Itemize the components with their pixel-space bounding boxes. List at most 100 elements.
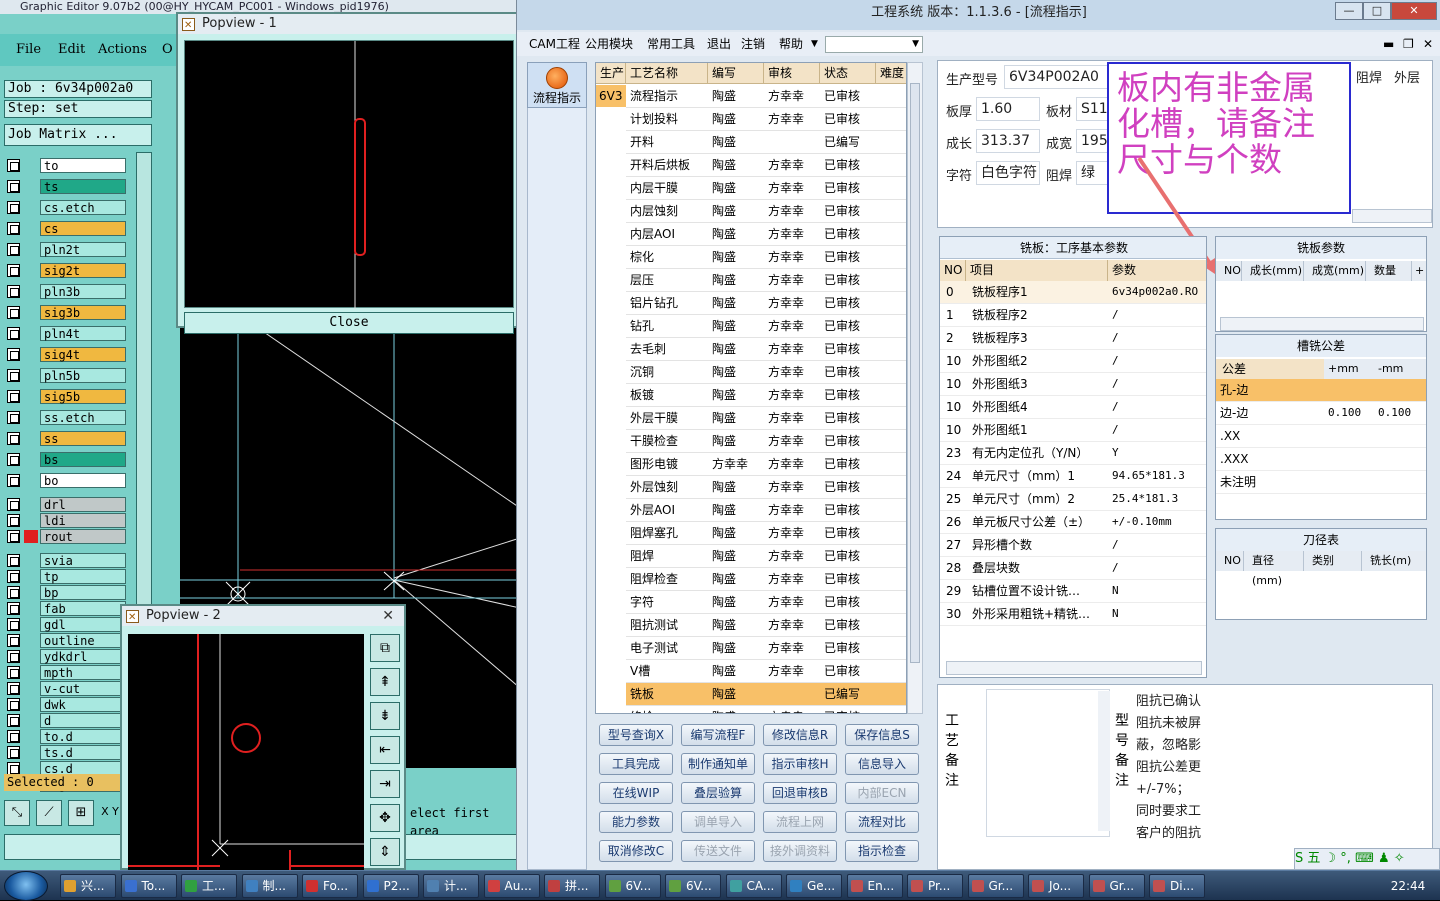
action-button[interactable]: 在线WIP — [599, 782, 673, 804]
col-param[interactable]: 参数 — [1108, 260, 1206, 281]
flow-row[interactable]: 图形电镀 方幸幸 方幸幸 已审核 — [626, 453, 906, 476]
flow-row[interactable]: 外层干膜 陶盛 方幸幸 已审核 — [626, 407, 906, 430]
mill-col-more[interactable]: + — [1412, 261, 1426, 281]
maximize-icon[interactable]: □ — [1363, 2, 1391, 20]
params-scrollbar[interactable] — [946, 661, 1202, 675]
layer-row[interactable]: bo — [4, 473, 126, 488]
popview-1-close-button[interactable]: Close — [184, 312, 514, 334]
zoom-window-icon[interactable]: ⤡ — [4, 800, 30, 826]
mill-col-length[interactable]: 成长(mm) — [1242, 261, 1304, 281]
menu-cam-project[interactable]: CAM工程 — [529, 32, 580, 56]
params-row[interactable]: 26 单元板尺寸公差（±） +/-0.10mm — [940, 511, 1206, 534]
action-button[interactable]: 修改信息R — [763, 724, 837, 746]
layer-checkbox[interactable] — [7, 650, 20, 663]
mill-scrollbar[interactable] — [1220, 317, 1424, 331]
chevron-down-icon[interactable]: ▼ — [811, 32, 818, 56]
layer-row[interactable]: rout — [4, 529, 126, 544]
layer-checkbox[interactable] — [7, 666, 20, 679]
expand-icon[interactable]: ⇕ — [370, 838, 400, 866]
layer-row[interactable]: mpth — [4, 665, 126, 680]
pan-down-icon[interactable]: ⇟ — [370, 702, 400, 730]
tool-col-diameter[interactable]: 直径(mm) — [1244, 551, 1304, 587]
info-scrollbar[interactable] — [1352, 209, 1432, 223]
flow-row[interactable]: 棕化 陶盛 方幸幸 已审核 — [626, 246, 906, 269]
mill-col-width[interactable]: 成宽(mm) — [1304, 261, 1366, 281]
flow-row[interactable]: 外层AOI 陶盛 方幸幸 已审核 — [626, 499, 906, 522]
layer-row[interactable]: ts.d — [4, 745, 126, 760]
layer-checkbox[interactable] — [7, 730, 20, 743]
col-status[interactable]: 状态 — [820, 63, 876, 84]
layer-row[interactable]: to — [4, 158, 126, 173]
flow-row[interactable]: 外层蚀刻 陶盛 方幸幸 已审核 — [626, 476, 906, 499]
params-row[interactable]: 10 外形图纸3 / — [940, 373, 1206, 396]
model-field[interactable]: 6V34P002A0 — [1004, 65, 1108, 89]
action-button[interactable]: 取消修改C — [599, 840, 673, 862]
layer-checkbox[interactable] — [7, 602, 20, 615]
layer-checkbox[interactable] — [7, 348, 20, 361]
col-process-name[interactable]: 工艺名称 — [626, 63, 708, 84]
layer-checkbox[interactable] — [7, 586, 20, 599]
layer-row[interactable]: pln5b — [4, 368, 126, 383]
flow-row[interactable]: 电子测试 陶盛 方幸幸 已审核 — [626, 637, 906, 660]
flow-row[interactable]: 内层干膜 陶盛 方幸幸 已审核 — [626, 177, 906, 200]
flow-row[interactable]: 内层AOI 陶盛 方幸幸 已审核 — [626, 223, 906, 246]
mill-col-qty[interactable]: 数量 — [1366, 261, 1412, 281]
layer-checkbox[interactable] — [7, 306, 20, 319]
flow-table-scrollbar[interactable] — [907, 62, 923, 714]
layer-row[interactable]: dwk — [4, 697, 126, 712]
layer-row[interactable]: to.d — [4, 729, 126, 744]
layer-row[interactable]: ss.etch — [4, 410, 126, 425]
params-row[interactable]: 10 外形图纸1 / — [940, 419, 1206, 442]
flow-row[interactable]: 铣板 陶盛 已编写 — [626, 683, 906, 706]
action-button[interactable]: 指示检查 — [845, 840, 919, 862]
width-field[interactable]: 195 — [1076, 129, 1108, 153]
fit-icon[interactable]: ⧉ — [370, 634, 400, 662]
layer-checkbox[interactable] — [7, 201, 20, 214]
mdi-minimize-icon[interactable]: ▬ — [1383, 32, 1394, 56]
tolerance-row[interactable]: 未注明 — [1216, 471, 1426, 494]
menu-actions[interactable]: Actions — [98, 42, 147, 57]
layer-row[interactable]: ss — [4, 431, 126, 446]
layer-checkbox[interactable] — [7, 432, 20, 445]
layer-row[interactable]: bs — [4, 452, 126, 467]
menu-edit[interactable]: Edit — [58, 42, 85, 57]
layer-row[interactable]: d — [4, 713, 126, 728]
flow-row[interactable]: 终检 陶盛 方幸幸 已审核 — [626, 706, 906, 713]
menu-help[interactable]: 帮助 — [779, 32, 803, 56]
layer-checkbox[interactable] — [7, 369, 20, 382]
remark-scrollbar[interactable] — [1098, 691, 1110, 831]
tol-col-plus[interactable]: +mm — [1324, 359, 1374, 379]
params-row[interactable]: 10 外形图纸2 / — [940, 350, 1206, 373]
flow-row[interactable]: 干膜检查 陶盛 方幸幸 已审核 — [626, 430, 906, 453]
flow-row[interactable]: 阻抗测试 陶盛 方幸幸 已审核 — [626, 614, 906, 637]
flow-row[interactable]: 阻焊检查 陶盛 方幸幸 已审核 — [626, 568, 906, 591]
layer-row[interactable]: sig4t — [4, 347, 126, 362]
layer-row[interactable]: ldi — [4, 513, 126, 528]
ime-toolbar[interactable]: S 五 ☽ °, ⌨ ♟ ✧ — [1294, 848, 1440, 870]
layer-checkbox[interactable] — [7, 570, 20, 583]
params-row[interactable]: 30 外形采用粗铣+精铣… N — [940, 603, 1206, 626]
params-row[interactable]: 1 铣板程序2 / — [940, 304, 1206, 327]
layer-row[interactable]: drl — [4, 497, 126, 512]
tol-col-name[interactable]: 公差 — [1216, 359, 1324, 379]
col-reviewer[interactable]: 审核 — [764, 63, 820, 84]
flow-row[interactable]: 字符 陶盛 方幸幸 已审核 — [626, 591, 906, 614]
col-author[interactable]: 编写 — [708, 63, 764, 84]
char-field[interactable]: 白色字符 — [976, 161, 1040, 185]
action-button[interactable]: 调单导入 — [681, 811, 755, 833]
layer-checkbox[interactable] — [7, 698, 20, 711]
params-row[interactable]: 23 有无内定位孔（Y/N） Y — [940, 442, 1206, 465]
clock[interactable]: 22:44 — [1378, 871, 1438, 901]
layer-checkbox[interactable] — [7, 453, 20, 466]
params-row[interactable]: 28 叠层块数 / — [940, 557, 1206, 580]
flow-row[interactable]: 铝片钻孔 陶盛 方幸幸 已审核 — [626, 292, 906, 315]
close-icon[interactable]: ✕ — [1391, 2, 1437, 20]
layer-row[interactable]: tp — [4, 569, 126, 584]
menu-common-module[interactable]: 公用模块 — [585, 32, 633, 56]
layer-checkbox[interactable] — [7, 618, 20, 631]
layer-row[interactable]: outline — [4, 633, 126, 648]
params-row[interactable]: 0 铣板程序1 6v34p002a0.RO — [940, 281, 1206, 304]
flow-row[interactable]: V槽 陶盛 方幸幸 已审核 — [626, 660, 906, 683]
thickness-field[interactable]: 1.60 — [976, 97, 1040, 121]
action-button[interactable]: 工具完成 — [599, 753, 673, 775]
